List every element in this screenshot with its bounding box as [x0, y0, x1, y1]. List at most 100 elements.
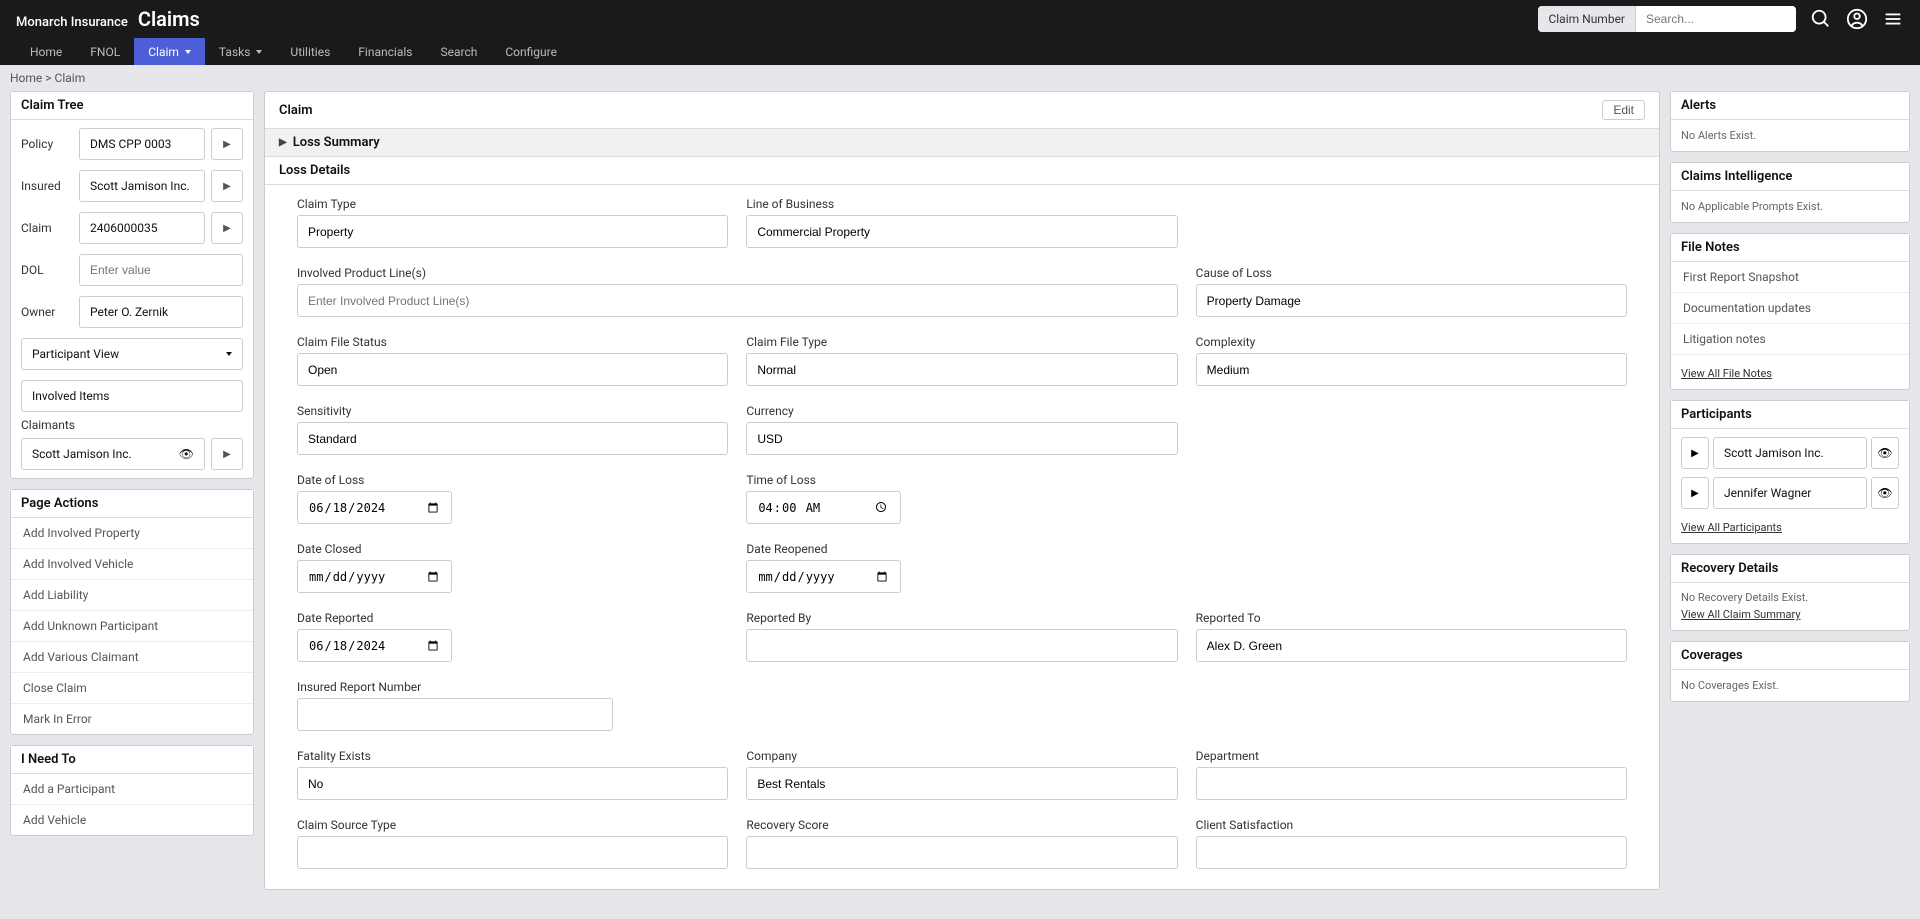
edit-button[interactable]: Edit — [1602, 100, 1645, 120]
participant-goto-1[interactable]: ▶ — [1681, 437, 1709, 469]
file-type-group: Claim File Type — [746, 335, 1177, 386]
source-type-input[interactable] — [297, 836, 728, 869]
file-type-input[interactable] — [746, 353, 1177, 386]
dol-input[interactable] — [297, 491, 452, 524]
file-note-2[interactable]: Documentation updates — [1671, 293, 1909, 324]
policy-goto-button[interactable]: ▶ — [211, 128, 243, 160]
caret-right-icon: ▶ — [279, 137, 287, 148]
view-select[interactable]: Participant View — [21, 338, 243, 370]
reported-to-input[interactable] — [1196, 629, 1627, 662]
dol-input[interactable] — [79, 254, 243, 286]
complexity-input[interactable] — [1196, 353, 1627, 386]
currency-group: Currency — [746, 404, 1177, 455]
user-icon[interactable] — [1846, 8, 1868, 30]
claimant-field[interactable]: Scott Jamison Inc. 👁 — [21, 438, 205, 470]
i-need-to-title: I Need To — [11, 746, 253, 774]
nav-fnol[interactable]: FNOL — [76, 38, 134, 65]
nav-configure[interactable]: Configure — [491, 38, 571, 65]
coverages-panel: Coverages No Coverages Exist. — [1670, 641, 1910, 702]
tol-input[interactable] — [746, 491, 901, 524]
date-reported-input[interactable] — [297, 629, 452, 662]
view-all-participants[interactable]: View All Participants — [1681, 521, 1782, 534]
participants-title: Participants — [1671, 401, 1909, 429]
file-note-1[interactable]: First Report Snapshot — [1671, 262, 1909, 293]
insured-label: Insured — [21, 179, 73, 193]
file-status-input[interactable] — [297, 353, 728, 386]
satisfaction-input[interactable] — [1196, 836, 1627, 869]
company-input[interactable] — [746, 767, 1177, 800]
binoculars-icon: 👁 — [1877, 486, 1892, 500]
breadcrumb-current[interactable]: Claim — [55, 71, 86, 85]
lob-input[interactable] — [746, 215, 1177, 248]
recovery-panel: Recovery Details No Recovery Details Exi… — [1670, 554, 1910, 631]
complexity-group: Complexity — [1196, 335, 1627, 386]
claimant-goto-button[interactable]: ▶ — [211, 438, 243, 470]
file-status-group: Claim File Status — [297, 335, 728, 386]
nav-utilities[interactable]: Utilities — [276, 38, 344, 65]
sensitivity-input[interactable] — [297, 422, 728, 455]
participant-view-2[interactable]: 👁 — [1871, 477, 1899, 509]
binoculars-icon[interactable]: 👁 — [179, 447, 194, 461]
insured-report-num-input[interactable] — [297, 698, 613, 731]
policy-field[interactable]: DMS CPP 0003 — [79, 128, 205, 160]
search-input[interactable] — [1636, 6, 1796, 32]
nav-search[interactable]: Search — [426, 38, 491, 65]
app-title: Claims — [138, 7, 200, 31]
brand: Monarch Insurance Claims — [16, 7, 200, 31]
product-lines-input[interactable] — [297, 284, 1178, 317]
search-icon[interactable] — [1810, 8, 1832, 30]
company-name: Monarch Insurance — [16, 15, 128, 30]
view-all-claim-summary[interactable]: View All Claim Summary — [1681, 608, 1801, 621]
action-close-claim[interactable]: Close Claim — [11, 673, 253, 704]
action-add-involved-property[interactable]: Add Involved Property — [11, 518, 253, 549]
satisfaction-group: Client Satisfaction — [1196, 818, 1627, 869]
dol-group: Date of Loss — [297, 473, 452, 524]
breadcrumb-home[interactable]: Home — [10, 71, 42, 85]
participant-goto-2[interactable]: ▶ — [1681, 477, 1709, 509]
nav-claim[interactable]: Claim — [134, 38, 205, 65]
recovery-score-input[interactable] — [746, 836, 1177, 869]
intelligence-title: Claims Intelligence — [1671, 163, 1909, 191]
need-add-vehicle[interactable]: Add Vehicle — [11, 805, 253, 835]
fatality-group: Fatality Exists — [297, 749, 728, 800]
date-reported-group: Date Reported — [297, 611, 452, 662]
chevron-down-icon — [226, 352, 232, 356]
insured-report-num-group: Insured Report Number — [297, 680, 613, 731]
department-input[interactable] — [1196, 767, 1627, 800]
insured-field[interactable]: Scott Jamison Inc. — [79, 170, 205, 202]
fatality-input[interactable] — [297, 767, 728, 800]
action-mark-in-error[interactable]: Mark In Error — [11, 704, 253, 734]
nav-tasks[interactable]: Tasks — [205, 38, 277, 65]
need-add-participant[interactable]: Add a Participant — [11, 774, 253, 805]
nav-home[interactable]: Home — [16, 38, 76, 65]
claim-type-input[interactable] — [297, 215, 728, 248]
participant-view-1[interactable]: 👁 — [1871, 437, 1899, 469]
view-all-file-notes[interactable]: View All File Notes — [1681, 367, 1772, 380]
claim-goto-button[interactable]: ▶ — [211, 212, 243, 244]
insured-goto-button[interactable]: ▶ — [211, 170, 243, 202]
cause-input[interactable] — [1196, 284, 1627, 317]
participant-1[interactable]: Scott Jamison Inc. — [1713, 437, 1867, 469]
reported-by-input[interactable] — [746, 629, 1177, 662]
owner-field[interactable]: Peter O. Zernik — [79, 296, 243, 328]
sensitivity-group: Sensitivity — [297, 404, 728, 455]
involved-items-field[interactable]: Involved Items — [21, 380, 243, 412]
participant-2[interactable]: Jennifer Wagner — [1713, 477, 1867, 509]
action-add-involved-vehicle[interactable]: Add Involved Vehicle — [11, 549, 253, 580]
date-reopened-input[interactable] — [746, 560, 901, 593]
action-add-various-claimant[interactable]: Add Various Claimant — [11, 642, 253, 673]
action-add-liability[interactable]: Add Liability — [11, 580, 253, 611]
binoculars-icon: 👁 — [1877, 446, 1892, 460]
loss-details-header: Loss Details — [265, 157, 1659, 185]
alerts-panel: Alerts No Alerts Exist. — [1670, 91, 1910, 152]
loss-summary-header[interactable]: ▶ Loss Summary — [265, 129, 1659, 157]
claim-field[interactable]: 2406000035 — [79, 212, 205, 244]
date-closed-input[interactable] — [297, 560, 452, 593]
claimants-label: Claimants — [21, 418, 243, 432]
action-add-unknown-participant[interactable]: Add Unknown Participant — [11, 611, 253, 642]
recovery-score-group: Recovery Score — [746, 818, 1177, 869]
menu-icon[interactable] — [1882, 8, 1904, 30]
nav-financials[interactable]: Financials — [344, 38, 426, 65]
file-note-3[interactable]: Litigation notes — [1671, 324, 1909, 355]
currency-input[interactable] — [746, 422, 1177, 455]
